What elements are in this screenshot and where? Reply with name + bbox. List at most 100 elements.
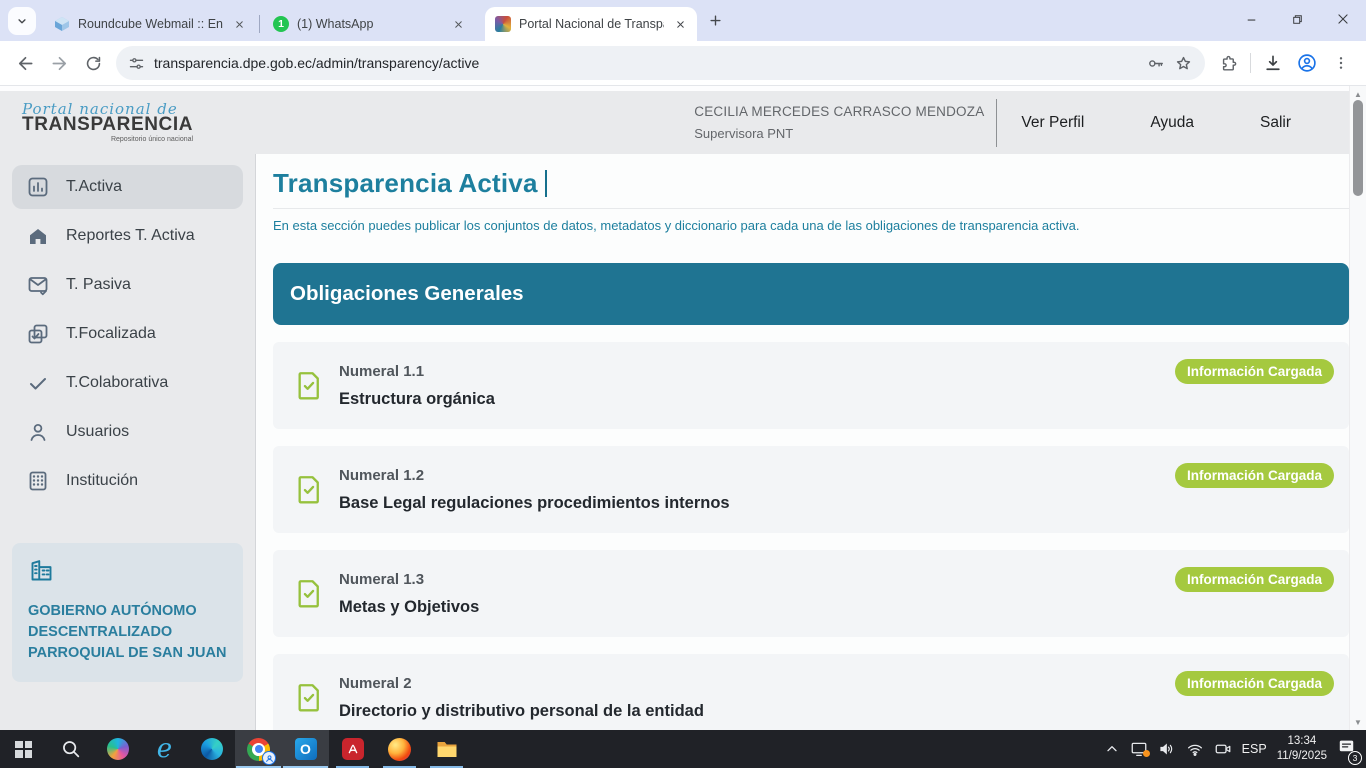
taskbar-search-button[interactable] <box>47 730 94 768</box>
bar-chart-icon <box>26 175 50 199</box>
forward-button[interactable] <box>42 46 76 80</box>
sidebar-item-t-focalizada[interactable]: T.Focalizada <box>12 312 243 356</box>
sidebar-item-t-pasiva[interactable]: T. Pasiva <box>12 263 243 307</box>
site-header: Portal nacional de TRANSPARENCIA Reposit… <box>0 91 1349 154</box>
document-check-icon <box>295 370 323 401</box>
tab-list-chevron-button[interactable] <box>8 7 36 35</box>
scrollbar-thumb[interactable] <box>1353 100 1363 196</box>
tray-update-button[interactable] <box>1130 740 1148 758</box>
desktop: Roundcube Webmail :: Entrada 1 (1) Whats… <box>0 0 1366 768</box>
ayuda-link[interactable]: Ayuda <box>1150 114 1194 132</box>
back-button[interactable] <box>8 46 42 80</box>
menu-button[interactable] <box>1324 46 1358 80</box>
tab-whatsapp[interactable]: 1 (1) WhatsApp <box>263 7 475 41</box>
close-icon <box>453 19 464 30</box>
page-viewport: Portal nacional de TRANSPARENCIA Reposit… <box>0 86 1366 730</box>
plus-icon <box>708 13 723 28</box>
tab-close-button[interactable] <box>450 16 467 33</box>
downloads-button[interactable] <box>1256 46 1290 80</box>
taskbar-internet-explorer-button[interactable]: e <box>141 730 188 768</box>
tab-title: Portal Nacional de Transparenci <box>519 17 664 31</box>
document-check-icon <box>295 578 323 609</box>
tab-roundcube[interactable]: Roundcube Webmail :: Entrada <box>44 7 256 41</box>
volume-icon[interactable] <box>1158 740 1176 758</box>
sidebar-item-label: T.Focalizada <box>66 325 156 343</box>
page-title: Transparencia Activa <box>273 168 538 199</box>
close-icon <box>675 19 686 30</box>
extensions-button[interactable] <box>1211 46 1245 80</box>
sidebar-item-label: T.Activa <box>66 178 122 196</box>
sidebar-item-institucion[interactable]: Institución <box>12 459 243 503</box>
sidebar-item-reportes-t-activa[interactable]: Reportes T. Activa <box>12 214 243 258</box>
sidebar-item-t-colaborativa[interactable]: T.Colaborativa <box>12 361 243 405</box>
tab-portal-active[interactable]: Portal Nacional de Transparenci <box>485 7 697 41</box>
close-window-button[interactable] <box>1320 0 1366 38</box>
kebab-menu-icon <box>1333 55 1349 71</box>
tray-chevron-up-icon[interactable] <box>1104 741 1120 757</box>
taskbar-clock[interactable]: 13:34 11/9/2025 <box>1277 734 1327 764</box>
start-button[interactable] <box>0 730 47 768</box>
site-settings-icon <box>128 55 145 72</box>
wifi-icon[interactable] <box>1186 740 1204 758</box>
obligation-list: Numeral 1.1 Estructura orgánica Informac… <box>273 342 1349 730</box>
copilot-icon <box>107 738 129 760</box>
password-key-icon[interactable] <box>1146 54 1165 73</box>
taskbar-file-explorer-button[interactable] <box>423 730 470 768</box>
sidebar-item-usuarios[interactable]: Usuarios <box>12 410 243 454</box>
tab-separator <box>259 15 260 33</box>
bookmark-star-icon[interactable] <box>1174 54 1193 73</box>
restore-button[interactable] <box>1274 0 1320 38</box>
tab-close-button[interactable] <box>672 16 689 33</box>
language-indicator[interactable]: ESP <box>1242 742 1267 756</box>
profile-button[interactable] <box>1290 46 1324 80</box>
scroll-down-arrow[interactable]: ▼ <box>1350 714 1366 730</box>
header-divider <box>996 99 997 147</box>
whatsapp-icon: 1 <box>273 16 289 32</box>
reload-button[interactable] <box>76 46 110 80</box>
internet-explorer-icon: e <box>157 736 172 762</box>
obligation-title: Base Legal regulaciones procedimientos i… <box>339 494 730 513</box>
list-item-numeral-2[interactable]: Numeral 2 Directorio y distributivo pers… <box>273 654 1349 730</box>
list-item-numeral-1-2[interactable]: Numeral 1.2 Base Legal regulaciones proc… <box>273 446 1349 533</box>
profile-avatar-icon <box>1296 52 1318 74</box>
sidebar-item-label: Usuarios <box>66 423 129 441</box>
forward-icon <box>49 53 70 74</box>
list-item-numeral-1-3[interactable]: Numeral 1.3 Metas y Objetivos Informació… <box>273 550 1349 637</box>
action-center-button[interactable]: 3 <box>1337 737 1356 761</box>
taskbar-chrome-button[interactable] <box>235 730 282 768</box>
minimize-button[interactable] <box>1228 0 1274 38</box>
list-item-numeral-1-1[interactable]: Numeral 1.1 Estructura orgánica Informac… <box>273 342 1349 429</box>
taskbar-firefox-button[interactable] <box>376 730 423 768</box>
ver-perfil-link[interactable]: Ver Perfil <box>1021 114 1084 132</box>
url-text[interactable]: transparencia.dpe.gob.ec/admin/transpare… <box>154 55 1137 71</box>
section-header-banner: Obligaciones Generales <box>273 263 1349 325</box>
organization-name: GOBIERNO AUTÓNOMO DESCENTRALIZADO PARROQ… <box>28 601 227 664</box>
header-links: Ver Perfil Ayuda Salir <box>1021 114 1291 132</box>
browser-toolbar: transparencia.dpe.gob.ec/admin/transpare… <box>0 41 1366 86</box>
clock-date: 11/9/2025 <box>1277 749 1327 764</box>
taskbar-acrobat-button[interactable] <box>329 730 376 768</box>
meet-now-camera-icon[interactable] <box>1214 740 1232 758</box>
download-icon <box>1263 53 1283 73</box>
windows-start-icon <box>15 741 32 758</box>
organization-card[interactable]: GOBIERNO AUTÓNOMO DESCENTRALIZADO PARROQ… <box>12 543 243 682</box>
address-bar[interactable]: transparencia.dpe.gob.ec/admin/transpare… <box>116 46 1205 80</box>
list-item-text: Numeral 1.1 Estructura orgánica <box>339 363 495 409</box>
tab-title: Roundcube Webmail :: Entrada <box>78 17 223 31</box>
taskbar: e O <box>0 730 1366 768</box>
new-tab-button[interactable] <box>701 7 729 35</box>
taskbar-outlook-button[interactable]: O <box>282 730 329 768</box>
restore-icon <box>1291 13 1304 26</box>
salir-link[interactable]: Salir <box>1260 114 1291 132</box>
profile-avatar-icon <box>265 754 274 763</box>
title-row: Transparencia Activa <box>273 168 1349 209</box>
check-icon <box>26 371 50 395</box>
file-explorer-icon <box>435 737 459 761</box>
taskbar-copilot-button[interactable] <box>94 730 141 768</box>
taskbar-edge-button[interactable] <box>188 730 235 768</box>
tab-close-button[interactable] <box>231 16 248 33</box>
status-badge: Información Cargada <box>1175 567 1334 592</box>
sidebar-item-t-activa[interactable]: T.Activa <box>12 165 243 209</box>
page-scrollbar[interactable]: ▲ ▼ <box>1349 86 1366 730</box>
toolbar-divider <box>1250 53 1251 73</box>
